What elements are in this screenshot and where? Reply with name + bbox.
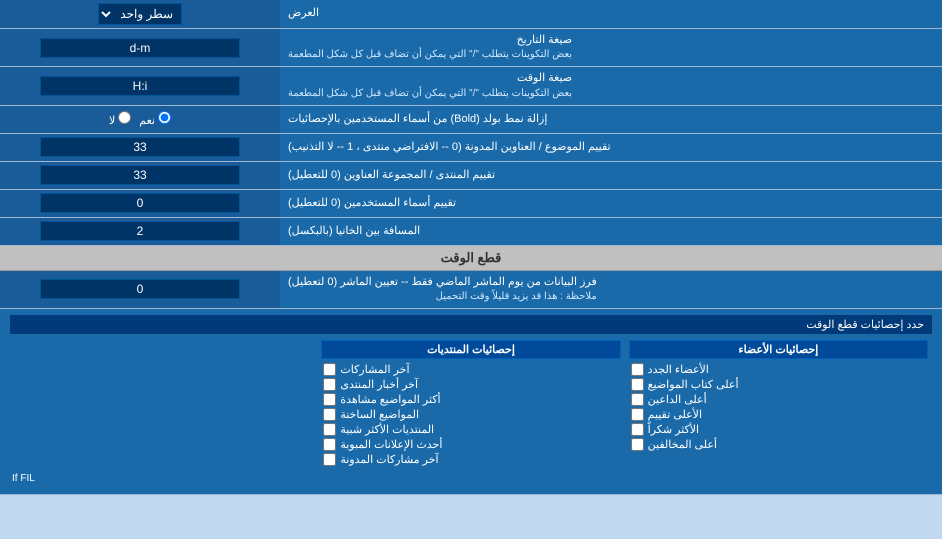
date-format-label: صيغة التاريخ بعض التكوينات يتطلب "/" الت… xyxy=(280,29,942,66)
checkbox-top-violators[interactable] xyxy=(631,438,644,451)
bold-no-label[interactable]: لا xyxy=(109,111,131,127)
topic-titles-field[interactable] xyxy=(40,137,240,157)
user-names-row: تقييم أسماء المستخدمين (0 للتعطيل) xyxy=(0,190,942,218)
time-format-field[interactable] xyxy=(40,76,240,96)
stats-item-last-posts: آخر المشاركات xyxy=(321,362,620,377)
cutoff-row: فرز البيانات من يوم الماشر الماضي فقط --… xyxy=(0,271,942,309)
bold-yes-label[interactable]: نعم xyxy=(139,111,171,127)
date-format-input-wrap[interactable] xyxy=(0,29,280,66)
checkbox-most-thankful[interactable] xyxy=(631,423,644,436)
cutoff-input-wrap[interactable] xyxy=(0,271,280,308)
stats-columns: إحصائيات الأعضاء الأعضاء الجدد أعلى كتاب… xyxy=(10,338,932,469)
checkbox-hot-topics[interactable] xyxy=(323,408,336,421)
display-mode-select[interactable]: سطر واحد سطرين ثلاثة أسطر xyxy=(98,3,182,25)
checkbox-new-members[interactable] xyxy=(631,363,644,376)
forum-titles-row: تقييم المنتدى / المجموعة العناوين (0 للت… xyxy=(0,162,942,190)
time-format-label: صيغة الوقت بعض التكوينات يتطلب "/" التي … xyxy=(280,67,942,104)
stats-item-most-similar: المنتديات الأكثر شبية xyxy=(321,422,620,437)
bold-radio-group: نعم لا xyxy=(109,111,171,127)
user-names-field[interactable] xyxy=(40,193,240,213)
stats-col-members: إحصائيات الأعضاء الأعضاء الجدد أعلى كتاب… xyxy=(625,338,932,469)
main-container: العرض سطر واحد سطرين ثلاثة أسطر صيغة الت… xyxy=(0,0,942,495)
stats-section: حدد إحصائيات قطع الوقت إحصائيات الأعضاء … xyxy=(0,309,942,495)
checkbox-most-viewed[interactable] xyxy=(323,393,336,406)
bold-remove-input-wrap: نعم لا xyxy=(0,106,280,133)
space-row: المسافة بين الخانيا (بالبكسل) xyxy=(0,218,942,246)
time-format-row: صيغة الوقت بعض التكوينات يتطلب "/" التي … xyxy=(0,67,942,105)
cutoff-section-header: قطع الوقت xyxy=(0,246,942,271)
stats-item-hot-topics: المواضيع الساخنة xyxy=(321,407,620,422)
date-format-row: صيغة التاريخ بعض التكوينات يتطلب "/" الت… xyxy=(0,29,942,67)
stats-col1-header: إحصائيات الأعضاء xyxy=(629,340,928,359)
checkbox-forum-news[interactable] xyxy=(323,378,336,391)
topic-titles-row: تقييم الموضوع / العناوين المدونة (0 -- ا… xyxy=(0,134,942,162)
user-names-label: تقييم أسماء المستخدمين (0 للتعطيل) xyxy=(280,190,942,217)
space-input-wrap[interactable] xyxy=(0,218,280,245)
checkbox-top-inviters[interactable] xyxy=(631,393,644,406)
stats-col-forums: إحصائيات المنتديات آخر المشاركات آخر أخب… xyxy=(317,338,624,469)
topic-titles-input-wrap[interactable] xyxy=(0,134,280,161)
time-format-input-wrap[interactable] xyxy=(0,67,280,104)
date-format-field[interactable] xyxy=(40,38,240,58)
bold-remove-label: إزالة نمط بولد (Bold) من أسماء المستخدمي… xyxy=(280,106,942,133)
stats-item-last-blog-posts: آخر مشاركات المدونة xyxy=(321,452,620,467)
stats-col2-header: إحصائيات المنتديات xyxy=(321,340,620,359)
topic-titles-label: تقييم الموضوع / العناوين المدونة (0 -- ا… xyxy=(280,134,942,161)
checkbox-most-similar[interactable] xyxy=(323,423,336,436)
user-names-input-wrap[interactable] xyxy=(0,190,280,217)
stats-item-top-inviters: أعلى الداعين xyxy=(629,392,928,407)
checkbox-top-topic-writers[interactable] xyxy=(631,378,644,391)
forum-titles-field[interactable] xyxy=(40,165,240,185)
cutoff-label: فرز البيانات من يوم الماشر الماضي فقط --… xyxy=(280,271,942,308)
stats-item-forum-news: آخر أخبار المنتدى xyxy=(321,377,620,392)
stats-item-top-topic-writers: أعلى كتاب المواضيع xyxy=(629,377,928,392)
display-mode-input[interactable]: سطر واحد سطرين ثلاثة أسطر xyxy=(0,0,280,28)
bold-yes-radio[interactable] xyxy=(158,111,171,124)
checkbox-top-rated[interactable] xyxy=(631,408,644,421)
bold-no-radio[interactable] xyxy=(118,111,131,124)
stats-item-latest-classifieds: أحدث الإعلانات المبوبة xyxy=(321,437,620,452)
stats-section-header: حدد إحصائيات قطع الوقت xyxy=(10,315,932,334)
space-label: المسافة بين الخانيا (بالبكسل) xyxy=(280,218,942,245)
page-title: العرض xyxy=(280,0,942,28)
stats-item-new-members: الأعضاء الجدد xyxy=(629,362,928,377)
stats-item-top-violators: أعلى المخالفين xyxy=(629,437,928,452)
forum-titles-input-wrap[interactable] xyxy=(0,162,280,189)
stats-col3 xyxy=(10,338,317,469)
bold-remove-row: إزالة نمط بولد (Bold) من أسماء المستخدمي… xyxy=(0,106,942,134)
title-row: العرض سطر واحد سطرين ثلاثة أسطر xyxy=(0,0,942,29)
stats-item-most-thankful: الأكثر شكراً xyxy=(629,422,928,437)
cutoff-field[interactable] xyxy=(40,279,240,299)
checkbox-last-posts[interactable] xyxy=(323,363,336,376)
forum-titles-label: تقييم المنتدى / المجموعة العناوين (0 للت… xyxy=(280,162,942,189)
stats-item-top-rated: الأعلى تقييم xyxy=(629,407,928,422)
checkbox-last-blog-posts[interactable] xyxy=(323,453,336,466)
footer-note: If FIL xyxy=(10,469,932,488)
space-field[interactable] xyxy=(40,221,240,241)
stats-item-most-viewed: أكثر المواضيع مشاهدة xyxy=(321,392,620,407)
checkbox-latest-classifieds[interactable] xyxy=(323,438,336,451)
